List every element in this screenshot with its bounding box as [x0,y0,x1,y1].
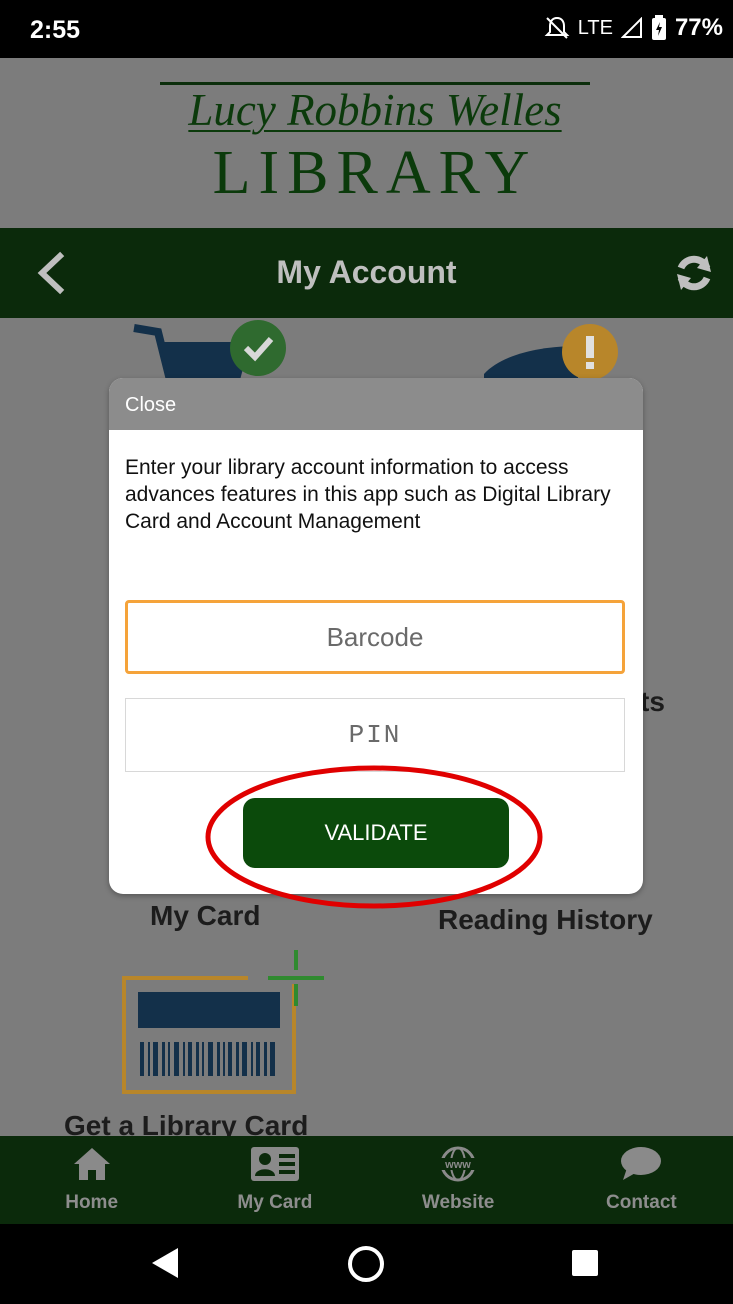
my-card-tile-label[interactable]: My Card [150,900,260,932]
tab-home-label: Home [65,1192,119,1213]
tab-my-card-label: My Card [237,1192,313,1213]
tab-website-label: Website [421,1192,495,1213]
battery-icon [651,15,666,40]
library-logo: Lucy Robbins Welles LIBRARY [0,58,733,228]
id-card-icon [250,1147,299,1181]
system-nav-bar [0,1224,733,1304]
page-title: My Account [276,254,457,290]
home-circle-icon[interactable] [346,1244,386,1284]
tab-contact-label: Contact [606,1192,677,1213]
close-button[interactable]: Close [125,394,176,416]
dialog-message: Enter your library account information t… [125,456,611,533]
logo-script-name: Lucy Robbins Welles [188,85,562,135]
back-triangle-icon[interactable] [150,1246,180,1280]
status-bar: 2:55 LTE 77% [0,0,733,58]
status-icons: LTE 77% [544,14,723,42]
signal-icon [620,17,642,38]
bottom-tab-bar: Home My Card www Website Contact [0,1136,733,1224]
logo-library-word: LIBRARY [212,139,538,207]
pin-input[interactable]: PIN [125,698,625,772]
status-time: 2:55 [30,16,81,44]
battery-percent: 77% [674,14,723,41]
tab-my-card[interactable]: My Card [183,1136,366,1224]
refresh-icon[interactable] [671,250,717,296]
recents-square-icon[interactable] [570,1248,600,1278]
book-alert-icon [484,324,618,384]
header-nav-bar: My Account [0,228,733,318]
tab-home[interactable]: Home [0,1136,183,1224]
notifications-off-icon [544,16,570,39]
speech-bubble-icon [621,1147,662,1180]
tab-contact[interactable]: Contact [550,1136,733,1224]
tab-website[interactable]: www Website [367,1136,550,1224]
dialog-close-bar[interactable]: Close [109,378,643,430]
network-label: LTE [577,16,613,39]
svg-text:www: www [444,1159,471,1171]
reading-history-tile-label[interactable]: Reading History [438,904,653,936]
globe-www-icon: www [440,1146,477,1182]
home-icon [73,1148,110,1180]
validate-button[interactable]: VALIDATE [243,798,509,868]
partial-tile-label: ts [640,686,665,717]
login-dialog: Close Enter your library account informa… [109,378,643,894]
barcode-input[interactable]: Barcode [125,600,625,674]
add-card-icon[interactable] [118,948,328,1098]
